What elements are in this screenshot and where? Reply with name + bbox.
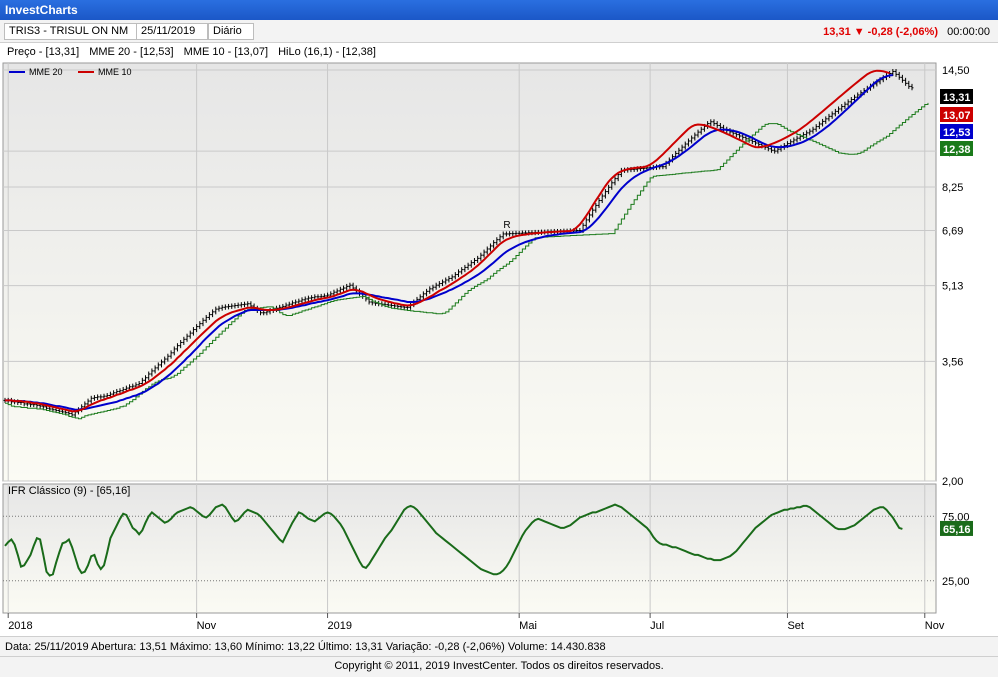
legend-price: Preço - [13,31] — [7, 46, 80, 58]
x-tick-label: Set — [787, 620, 804, 632]
y-tick-label: 3,56 — [942, 356, 963, 368]
x-tick-label: Jul — [650, 620, 664, 632]
ifr-badge-text: 65,16 — [943, 524, 971, 536]
ifr-panel-title: IFR Clássico (9) - [65,16] — [8, 485, 130, 497]
x-tick-label: Nov — [925, 620, 945, 632]
status-text: Data: 25/11/2019 Abertura: 13,51 Máximo:… — [5, 641, 606, 653]
legend-mme20: MME 20 - [12,53] — [89, 46, 174, 58]
legend-mme10: MME 10 - [13,07] — [183, 46, 269, 58]
y-tick-label: 5,13 — [942, 281, 963, 293]
x-tick-label: Nov — [197, 620, 217, 632]
hilo-badge: 12,38 — [940, 141, 973, 156]
app-title-bar: InvestCharts — [0, 0, 998, 20]
x-tick-label: 2018 — [8, 620, 32, 632]
footer: Copyright © 2011, 2019 InvestCenter. Tod… — [0, 656, 998, 677]
chart-area[interactable]: MME 20 MME 10 IFR Clássico (9) - [65,16]… — [0, 60, 998, 639]
ifr-badge: 65,16 — [940, 520, 973, 536]
quote-time: 00:00:00 — [947, 26, 990, 38]
indicator-legend: Preço - [13,31] MME 20 - [12,53] MME 10 … — [0, 43, 998, 61]
legend-mme20-label: MME 20 — [29, 67, 63, 77]
annotation-marker: R — [503, 220, 510, 231]
price-chart[interactable]: MME 20 MME 10 IFR Clássico (9) - [65,16]… — [0, 60, 998, 636]
last-price-badge-text: 13,31 — [943, 92, 971, 104]
ifr-tick-label: 25,00 — [942, 576, 970, 588]
period-selector[interactable]: Diário — [208, 23, 254, 40]
y-tick-label: 8,25 — [942, 182, 963, 194]
mme10-badge-text: 13,07 — [943, 110, 971, 122]
app-title: InvestCharts — [5, 3, 78, 17]
legend-hilo: HiLo (16,1) - [12,38] — [278, 46, 376, 58]
ifr-panel — [2, 483, 937, 614]
mme10-badge: 13,07 — [940, 107, 973, 122]
y-tick-label: 14,50 — [942, 65, 970, 77]
ticker-field[interactable]: TRIS3 - TRISUL ON NM — [4, 23, 138, 40]
y-tick-label: 6,69 — [942, 226, 963, 238]
quote-summary: 13,31 ▼ -0,28 (-2,06%) 00:00:00 — [823, 26, 990, 38]
last-change: 13,31 ▼ -0,28 (-2,06%) — [823, 26, 938, 38]
legend-mme10-label: MME 10 — [98, 67, 132, 77]
status-bar: Data: 25/11/2019 Abertura: 13,51 Máximo:… — [0, 636, 998, 657]
hilo-badge-text: 12,38 — [943, 144, 971, 156]
last-price-badge: 13,31 — [940, 89, 973, 104]
x-tick-label: Mai — [519, 620, 537, 632]
mme20-badge-text: 12,53 — [943, 127, 971, 139]
x-tick-label: 2019 — [328, 620, 352, 632]
toolbar: TRIS3 - TRISUL ON NM 25/11/2019 Diário 1… — [0, 20, 998, 43]
copyright: Copyright © 2011, 2019 InvestCenter. Tod… — [334, 660, 664, 672]
date-field[interactable]: 25/11/2019 — [136, 23, 208, 40]
mme20-badge: 12,53 — [940, 124, 973, 139]
y-tick-label: 2,00 — [942, 476, 963, 488]
